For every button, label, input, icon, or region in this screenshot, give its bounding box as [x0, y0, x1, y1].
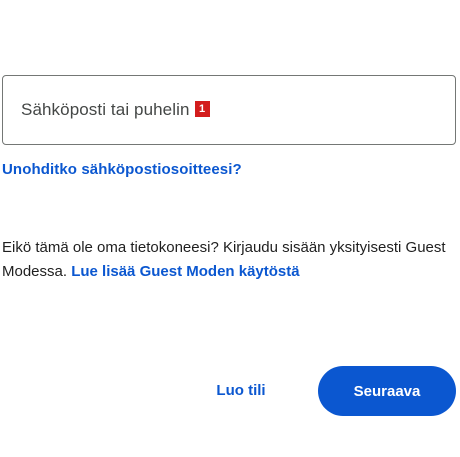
guest-mode-learn-more-link[interactable]: Lue lisää Guest Moden käytöstä: [71, 263, 299, 280]
create-account-button[interactable]: Luo tili: [196, 366, 286, 414]
guest-mode-notice: Eikö tämä ole oma tietokoneesi? Kirjaudu…: [2, 236, 452, 284]
next-button[interactable]: Seuraava: [318, 366, 456, 416]
element-marker-badge: 1: [194, 101, 210, 117]
email-field[interactable]: Sähköposti tai puhelin 1: [2, 75, 456, 145]
forgot-email-link[interactable]: Unohditko sähköpostiosoitteesi?: [2, 161, 242, 178]
sign-in-page: Sähköposti tai puhelin 1 Unohditko sähkö…: [0, 0, 460, 457]
email-field-placeholder: Sähköposti tai puhelin: [21, 100, 190, 119]
